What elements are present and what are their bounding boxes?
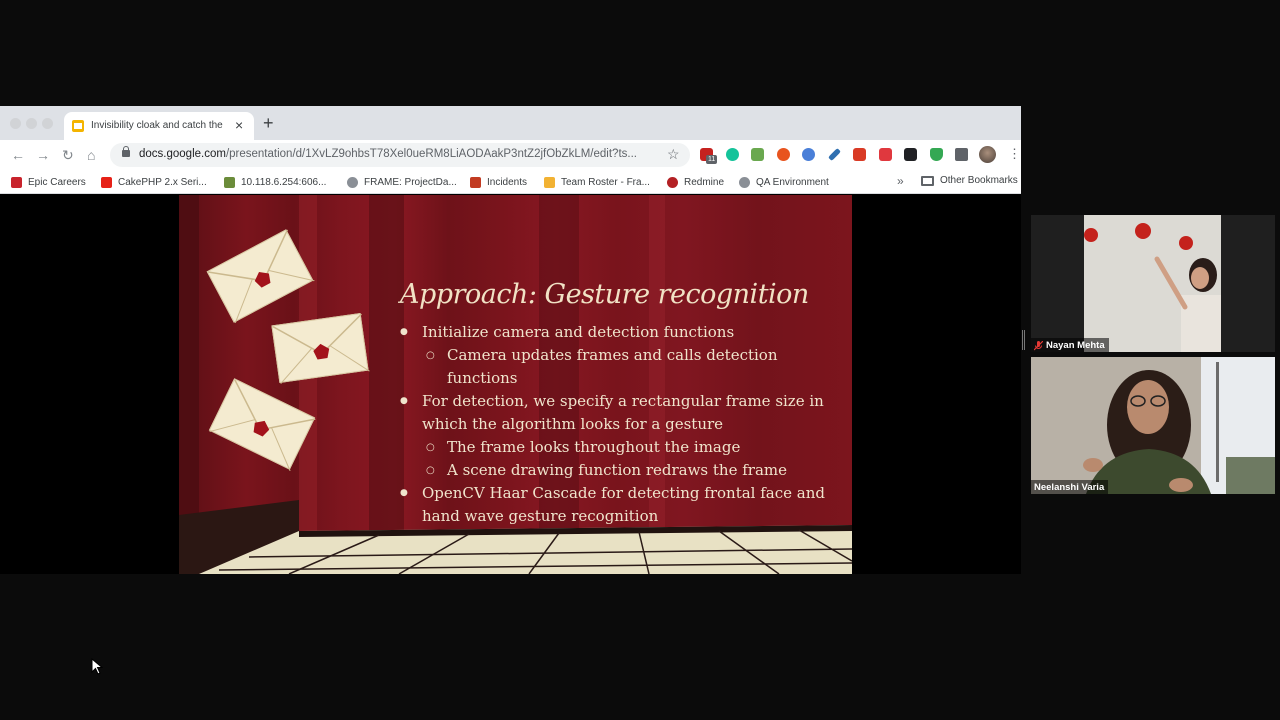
bookmark-favicon-icon [11,176,22,188]
extension-search-icon[interactable] [802,148,815,161]
bookmark-favicon-icon [739,176,750,188]
browser-menu-icon[interactable]: ⋮ [1008,145,1021,163]
bookmark-cakephp[interactable]: CakePHP 2.x Seri... [101,175,207,189]
browser-toolbar: ← → ↻ ⌂ docs.google.com/presentation/d/1… [0,140,1021,170]
bookmark-favicon-icon [667,176,678,188]
panel-resize-handle[interactable] [1022,330,1025,350]
video-tile-nayan-mehta[interactable]: Nayan Mehta [1031,215,1275,352]
url-path: /presentation/d/1XvLZ9ohbsT78Xel0ueRM8Li… [225,148,637,160]
bullet-level-2: A scene drawing function redraws the fra… [400,459,840,482]
back-icon[interactable]: ← [11,146,25,164]
extension-badge: 11 [706,155,718,164]
bookmark-favicon-icon [470,176,481,188]
forward-icon[interactable]: → [36,146,50,164]
shared-browser-window: Invisibility cloak and catch the × + ← →… [0,106,1021,574]
mouse-cursor-icon [91,658,103,675]
tab-close-icon[interactable]: × [235,117,243,133]
bookmark-incidents[interactable]: Incidents [470,175,527,189]
video-tile-neelanshi-varia[interactable]: Neelanshi Varia [1031,357,1275,494]
bookmark-favicon-icon [544,176,555,188]
url-host: docs.google.com [139,148,226,160]
slide-bullets: Initialize camera and detection function… [400,321,840,528]
bullet-level-1: OpenCV Haar Cascade for detecting fronta… [400,482,840,528]
extension-flame-icon[interactable] [777,148,790,161]
presentation-slide: Approach: Gesture recognition Initialize… [179,195,852,574]
youtube-icon [101,176,112,188]
bookmark-frame-projectda[interactable]: FRAME: ProjectDa... [347,175,457,189]
grammarly-icon[interactable] [726,148,739,161]
extension-inbox-icon[interactable] [751,148,764,161]
extension-guard-icon[interactable] [930,148,943,161]
bookmarks-overflow-icon[interactable]: » [897,174,904,188]
bookmark-favicon-icon [224,176,235,188]
other-bookmarks[interactable]: Other Bookmarks [921,175,1018,186]
bookmark-qa-environment[interactable]: QA Environment [739,175,829,189]
slide-title: Approach: Gesture recognition [400,279,809,310]
mic-off-icon [1034,340,1043,350]
participant-name-label: Neelanshi Varia [1031,480,1109,494]
bookmarks-bar: Epic Careers CakePHP 2.x Seri... 10.118.… [0,170,1021,194]
slides-favicon-icon [72,120,84,132]
bookmark-redmine[interactable]: Redmine [667,175,724,189]
bullet-level-1: For detection, we specify a rectangular … [400,390,840,436]
bookmark-label: 10.118.6.254:606... [241,176,327,188]
participant-name-label: Nayan Mehta [1031,338,1109,352]
lock-icon[interactable] [122,146,130,157]
extension-pen-icon[interactable] [828,148,841,161]
tab-strip: Invisibility cloak and catch the × + [0,106,1021,140]
address-bar[interactable]: docs.google.com/presentation/d/1XvLZ9ohb… [110,143,690,167]
extension-lock-icon[interactable] [853,148,866,161]
bookmark-team-roster[interactable]: Team Roster - Fra... [544,175,650,189]
participant-name: Nayan Mehta [1046,340,1105,351]
bookmark-epic-careers[interactable]: Epic Careers [11,175,86,189]
bullet-level-1: Initialize camera and detection function… [400,321,840,344]
folder-icon [921,175,934,186]
reload-icon[interactable]: ↻ [62,146,74,164]
window-zoom-dot[interactable] [42,118,53,129]
window-minimize-dot[interactable] [26,118,37,129]
bookmark-label: CakePHP 2.x Seri... [118,176,207,188]
envelope-icon [271,313,370,384]
bookmark-label: FRAME: ProjectDa... [364,176,457,188]
bookmark-label: Team Roster - Fra... [561,176,650,188]
profile-avatar[interactable] [979,146,996,163]
bookmark-ip-address[interactable]: 10.118.6.254:606... [224,175,326,189]
bookmark-favicon-icon [347,176,358,188]
bookmark-label: QA Environment [756,176,829,188]
tab-active[interactable]: Invisibility cloak and catch the × [64,112,254,140]
bookmark-label: Epic Careers [28,176,86,188]
extension-tp-icon[interactable] [879,148,892,161]
screen: Invisibility cloak and catch the × + ← →… [0,0,1280,720]
bookmark-label: Redmine [684,176,725,188]
bullet-level-2: Camera updates frames and calls detectio… [400,344,840,390]
url-text[interactable]: docs.google.com/presentation/d/1XvLZ9ohb… [139,148,659,160]
bookmark-star-icon[interactable]: ☆ [667,146,680,163]
other-bookmarks-label: Other Bookmarks [940,175,1018,186]
notion-icon[interactable] [904,148,917,161]
window-close-dot[interactable] [10,118,21,129]
new-tab-icon[interactable]: + [263,113,274,133]
bullet-level-2: The frame looks throughout the image [400,436,840,459]
bookmark-label: Incidents [487,176,528,188]
extensions-puzzle-icon[interactable] [955,148,968,161]
tab-title: Invisibility cloak and catch the [91,120,223,131]
video-feed [1031,357,1275,494]
home-icon[interactable]: ⌂ [87,146,95,164]
video-feed [1031,215,1275,352]
participant-name: Neelanshi Varia [1034,482,1105,493]
